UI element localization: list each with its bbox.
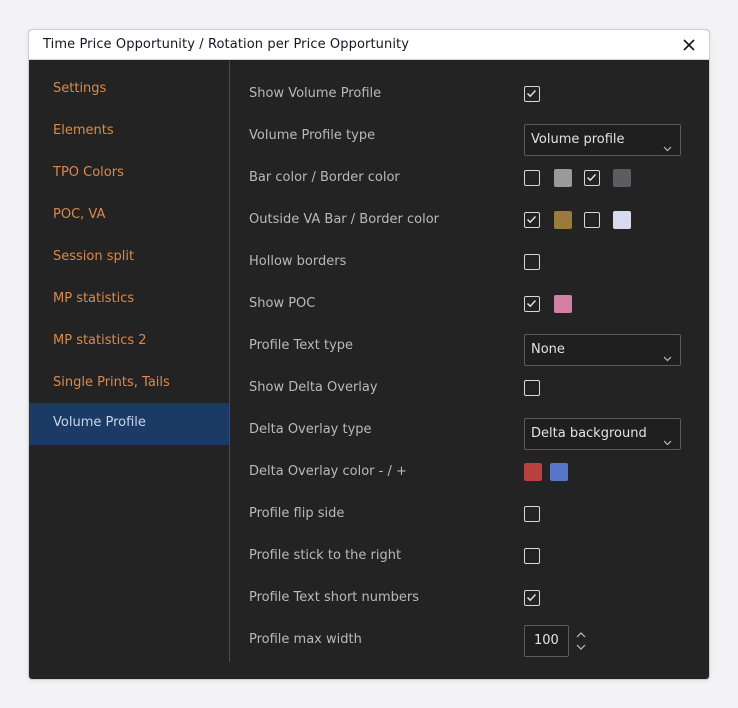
sidebar-item-volume-profile[interactable]: Volume Profile bbox=[29, 403, 230, 445]
row-delta-overlay-type: Delta Overlay type Delta background bbox=[249, 410, 689, 452]
sidebar-item-label: Elements bbox=[53, 123, 114, 138]
show-poc-checkbox[interactable] bbox=[524, 296, 540, 312]
setting-label: Show Delta Overlay bbox=[249, 380, 378, 395]
sidebar-item-poc-va[interactable]: POC, VA bbox=[29, 195, 230, 237]
setting-label: Profile stick to the right bbox=[249, 548, 402, 563]
poc-color-swatch[interactable] bbox=[554, 295, 572, 313]
outside-va-border-checkbox[interactable] bbox=[584, 212, 600, 228]
checkmark-icon bbox=[526, 89, 537, 98]
row-outside-va: Outside VA Bar / Border color bbox=[249, 200, 689, 242]
setting-label: Profile Text type bbox=[249, 338, 354, 353]
select-value: Volume profile bbox=[531, 132, 625, 147]
setting-label: Delta Overlay type bbox=[249, 422, 372, 437]
row-delta-overlay-color: Delta Overlay color - / + bbox=[249, 452, 689, 494]
profile-flip-side-checkbox[interactable] bbox=[524, 506, 540, 522]
profile-stick-right-checkbox[interactable] bbox=[524, 548, 540, 564]
row-profile-text-short: Profile Text short numbers bbox=[249, 578, 689, 620]
checkmark-icon bbox=[526, 215, 537, 224]
row-show-volume-profile: Show Volume Profile bbox=[249, 74, 689, 116]
checkmark-icon bbox=[586, 173, 597, 182]
outside-va-border-swatch[interactable] bbox=[613, 211, 631, 229]
setting-label: Delta Overlay color - / + bbox=[249, 464, 407, 479]
dialog-titlebar: Time Price Opportunity / Rotation per Pr… bbox=[29, 30, 709, 60]
row-profile-text-type: Profile Text type None bbox=[249, 326, 689, 368]
sidebar-item-label: TPO Colors bbox=[53, 165, 124, 180]
delta-positive-color-swatch[interactable] bbox=[550, 463, 568, 481]
outside-va-bar-checkbox[interactable] bbox=[524, 212, 540, 228]
settings-dialog: Time Price Opportunity / Rotation per Pr… bbox=[28, 29, 710, 680]
select-value: None bbox=[531, 342, 565, 357]
sidebar-item-label: MP statistics 2 bbox=[53, 333, 147, 348]
checkmark-icon bbox=[526, 593, 537, 602]
setting-label: Profile max width bbox=[249, 632, 362, 647]
sidebar-item-label: Volume Profile bbox=[53, 415, 146, 430]
sidebar-item-single-prints-tails[interactable]: Single Prints, Tails bbox=[29, 363, 230, 405]
sidebar-divider bbox=[229, 61, 230, 662]
setting-label: Hollow borders bbox=[249, 254, 347, 269]
row-bar-color: Bar color / Border color bbox=[249, 158, 689, 200]
sidebar: Settings Elements TPO Colors POC, VA Ses… bbox=[29, 61, 230, 661]
border-color-swatch[interactable] bbox=[613, 169, 631, 187]
setting-label: Show POC bbox=[249, 296, 316, 311]
bar-color-swatch[interactable] bbox=[554, 169, 572, 187]
row-volume-profile-type: Volume Profile type Volume profile bbox=[249, 116, 689, 158]
sidebar-item-label: POC, VA bbox=[53, 207, 106, 222]
hollow-borders-checkbox[interactable] bbox=[524, 254, 540, 270]
setting-label: Outside VA Bar / Border color bbox=[249, 212, 440, 227]
row-hollow-borders: Hollow borders bbox=[249, 242, 689, 284]
show-delta-overlay-checkbox[interactable] bbox=[524, 380, 540, 396]
sidebar-item-mp-statistics-2[interactable]: MP statistics 2 bbox=[29, 321, 230, 363]
sidebar-item-elements[interactable]: Elements bbox=[29, 111, 230, 153]
setting-label: Volume Profile type bbox=[249, 128, 376, 143]
sidebar-item-session-split[interactable]: Session split bbox=[29, 237, 230, 279]
checkmark-icon bbox=[526, 299, 537, 308]
delta-negative-color-swatch[interactable] bbox=[524, 463, 542, 481]
delta-overlay-type-select[interactable]: Delta background bbox=[524, 418, 681, 450]
setting-label: Show Volume Profile bbox=[249, 86, 382, 101]
setting-label: Profile Text short numbers bbox=[249, 590, 420, 605]
sidebar-item-mp-statistics[interactable]: MP statistics bbox=[29, 279, 230, 321]
show-volume-profile-checkbox[interactable] bbox=[524, 86, 540, 102]
setting-label: Profile flip side bbox=[249, 506, 345, 521]
row-profile-stick-right: Profile stick to the right bbox=[249, 536, 689, 578]
sidebar-item-label: MP statistics bbox=[53, 291, 135, 306]
bar-color-checkbox[interactable] bbox=[524, 170, 540, 186]
profile-text-type-select[interactable]: None bbox=[524, 334, 681, 366]
chevron-down-icon bbox=[663, 431, 672, 450]
row-profile-max-width: Profile max width 100 bbox=[249, 620, 689, 662]
border-color-checkbox[interactable] bbox=[584, 170, 600, 186]
profile-max-width-input[interactable]: 100 bbox=[524, 625, 569, 657]
setting-label: Bar color / Border color bbox=[249, 170, 400, 185]
sidebar-item-label: Settings bbox=[53, 81, 107, 96]
row-show-poc: Show POC bbox=[249, 284, 689, 326]
volume-profile-type-select[interactable]: Volume profile bbox=[524, 124, 681, 156]
row-show-delta-overlay: Show Delta Overlay bbox=[249, 368, 689, 410]
sidebar-item-label: Session split bbox=[53, 249, 135, 264]
row-profile-flip-side: Profile flip side bbox=[249, 494, 689, 536]
chevron-down-icon bbox=[663, 347, 672, 366]
select-value: Delta background bbox=[531, 426, 647, 441]
outside-va-bar-swatch[interactable] bbox=[554, 211, 572, 229]
stepper-arrows-icon[interactable] bbox=[575, 631, 587, 651]
chevron-down-icon bbox=[663, 137, 672, 156]
sidebar-item-tpo-colors[interactable]: TPO Colors bbox=[29, 153, 230, 195]
sidebar-item-label: Single Prints, Tails bbox=[53, 375, 170, 390]
sidebar-item-settings[interactable]: Settings bbox=[29, 69, 230, 111]
profile-text-short-checkbox[interactable] bbox=[524, 590, 540, 606]
close-icon[interactable] bbox=[679, 35, 699, 55]
dialog-title: Time Price Opportunity / Rotation per Pr… bbox=[43, 37, 410, 52]
